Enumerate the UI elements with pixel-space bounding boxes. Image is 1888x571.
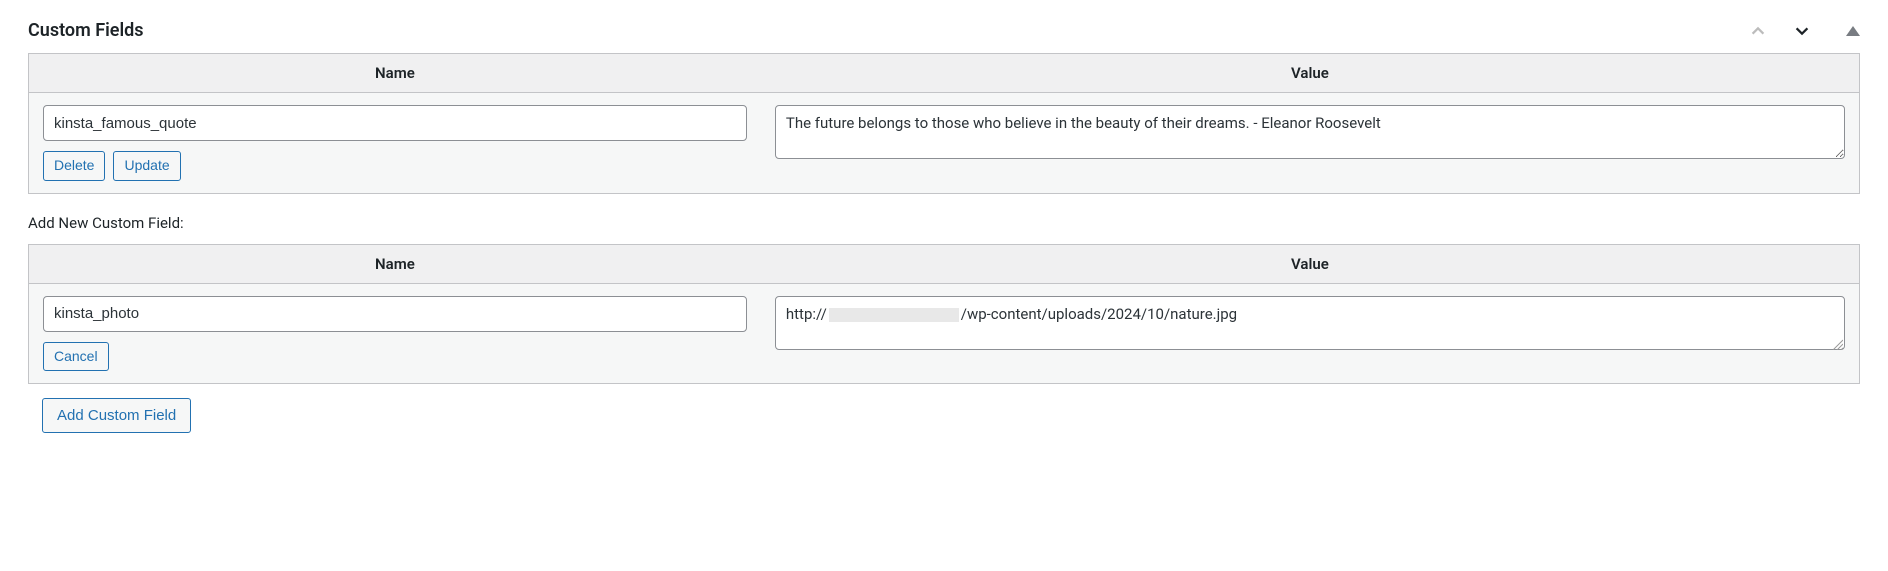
panel-title: Custom Fields <box>28 20 144 41</box>
field-value-textarea[interactable]: The future belongs to those who believe … <box>775 105 1845 159</box>
cancel-button[interactable]: Cancel <box>43 342 109 372</box>
new-field-value-textarea[interactable]: http:// /wp-content/uploads/2024/10/natur… <box>775 296 1845 350</box>
add-new-field-table: Name Value Cancel http:// /wp-content/upl… <box>28 244 1860 385</box>
add-custom-field-button[interactable]: Add Custom Field <box>42 398 191 433</box>
chevron-down-icon[interactable] <box>1792 21 1812 41</box>
table-row: Delete Update The future belongs to thos… <box>29 93 1860 194</box>
delete-button[interactable]: Delete <box>43 151 105 181</box>
redacted-domain <box>829 308 959 322</box>
add-new-label: Add New Custom Field: <box>28 214 1860 232</box>
new-field-name-input[interactable] <box>43 296 747 332</box>
chevron-up-icon[interactable] <box>1748 21 1768 41</box>
column-header-value: Value <box>761 54 1860 93</box>
update-button[interactable]: Update <box>113 151 180 181</box>
column-header-name: Name <box>29 54 761 93</box>
column-header-value: Value <box>761 244 1860 283</box>
column-header-name: Name <box>29 244 761 283</box>
panel-header: Custom Fields <box>28 20 1860 41</box>
collapse-triangle-icon[interactable] <box>1846 26 1860 36</box>
panel-controls <box>1748 21 1860 41</box>
custom-fields-table: Name Value Delete Update The future belo… <box>28 53 1860 194</box>
value-prefix: http:// <box>786 305 827 323</box>
field-name-input[interactable] <box>43 105 747 141</box>
resize-handle-icon[interactable] <box>1831 336 1843 348</box>
table-row: Cancel http:// /wp-content/uploads/2024/1… <box>29 283 1860 384</box>
value-suffix: /wp-content/uploads/2024/10/nature.jpg <box>961 305 1237 323</box>
